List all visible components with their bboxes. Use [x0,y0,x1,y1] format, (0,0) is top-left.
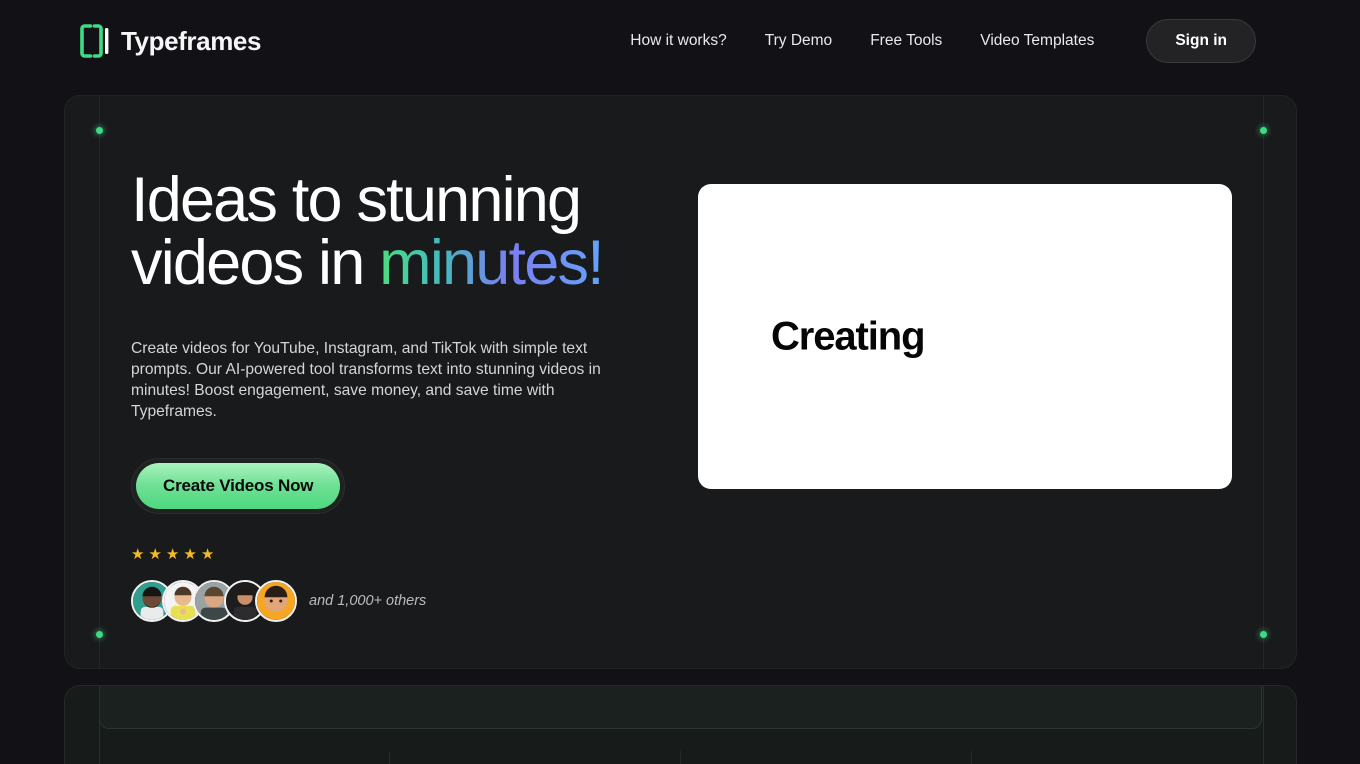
hero-section: Ideas to stunning videos in minutes! Cre… [64,95,1297,669]
cta-button-ring: Create Videos Now [131,458,346,514]
secondary-column [972,751,1262,764]
hero-headline-highlight: minutes! [379,228,605,298]
video-preview-card[interactable]: Creating [698,184,1232,489]
create-videos-now-button[interactable]: Create Videos Now [136,463,341,509]
landing-page: Typeframes How it works? Try Demo Free T… [0,0,1360,764]
brand-name: Typeframes [121,25,262,56]
rating-stars: ★ ★ ★ ★ ★ [131,547,661,562]
sign-in-button[interactable]: Sign in [1146,19,1256,63]
secondary-column [390,751,681,764]
brand-logo[interactable]: Typeframes [80,24,261,58]
nav-links: How it works? Try Demo Free Tools Video … [611,19,1256,63]
avatar-group [131,580,297,622]
grid-dot-top-right [1260,127,1267,134]
social-proof-label: and 1,000+ others [309,593,427,609]
top-navigation-bar: Typeframes How it works? Try Demo Free T… [0,0,1360,82]
star-icon: ★ [165,546,180,563]
grid-dot-bottom-left [96,631,103,638]
secondary-section [64,685,1297,764]
hero-headline-line2-plain: videos in [131,228,380,298]
star-icon: ★ [183,546,197,563]
nav-link-how-it-works[interactable]: How it works? [611,32,745,50]
grid-guide-right [1263,96,1264,668]
social-proof: and 1,000+ others [131,580,661,622]
nav-link-free-tools[interactable]: Free Tools [851,32,961,50]
grid-guide-right [1263,686,1264,764]
grid-dot-bottom-right [1260,631,1267,638]
star-icon: ★ [200,546,215,563]
secondary-top-panel [99,686,1262,729]
hero-paragraph: Create videos for YouTube, Instagram, an… [131,340,601,420]
hero-copy-column: Ideas to stunning videos in minutes! Cre… [131,169,661,622]
secondary-columns [99,751,1262,764]
secondary-column [681,751,972,764]
star-icon: ★ [148,546,162,563]
avatar [255,580,297,622]
brackets-logo-icon [80,24,110,58]
star-icon: ★ [131,546,145,563]
secondary-column [99,751,390,764]
video-preview-caption: Creating [771,314,926,358]
hero-headline: Ideas to stunning videos in minutes! [131,169,661,295]
grid-guide-left [99,96,100,668]
nav-link-try-demo[interactable]: Try Demo [746,32,851,50]
nav-link-video-templates[interactable]: Video Templates [961,32,1113,50]
hero-headline-line1: Ideas to stunning [131,165,582,235]
grid-dot-top-left [96,127,103,134]
